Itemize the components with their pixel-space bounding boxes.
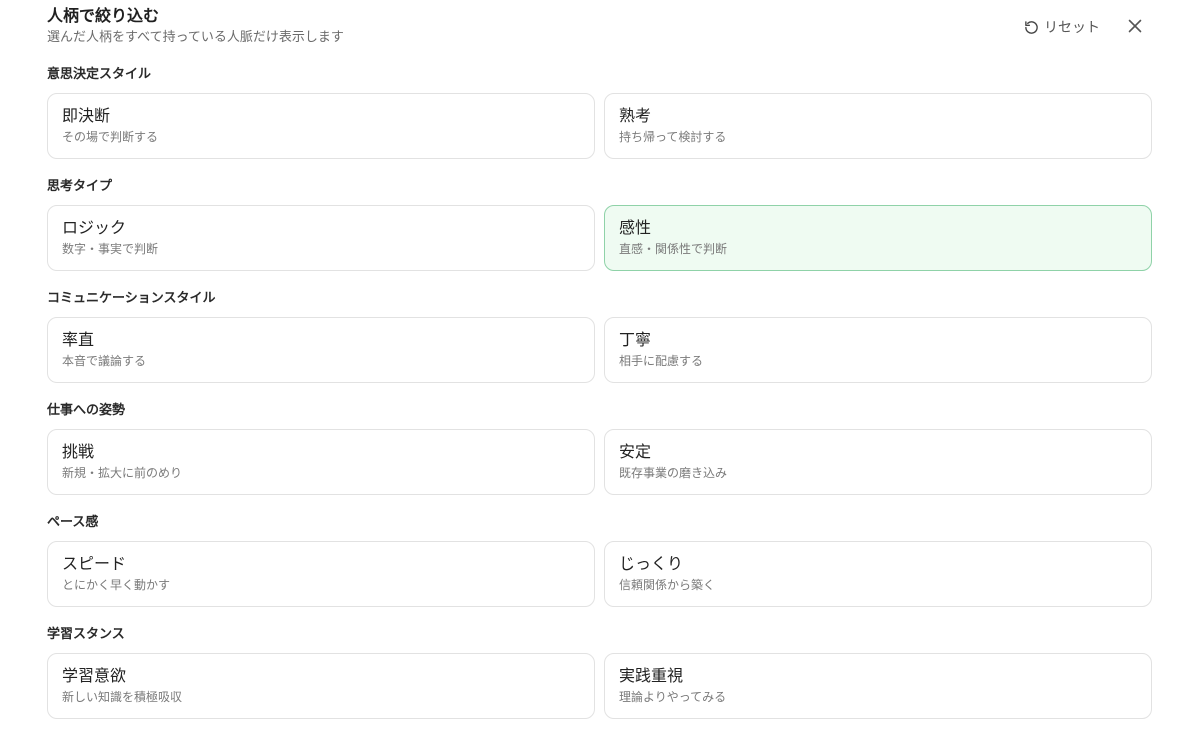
- option-label: 実践重視: [619, 666, 684, 685]
- section-title: 仕事への姿勢: [47, 403, 126, 418]
- option-description: 数字・事実で判断: [62, 242, 159, 256]
- section-decision-style: 意思決定スタイル 即決断 その場で判断する 熟考 持ち帰って検討する: [47, 65, 1152, 159]
- option-label: 即決断: [62, 106, 111, 125]
- option-card[interactable]: 即決断 その場で判断する: [47, 93, 595, 159]
- option-card[interactable]: 挑戦 新規・拡大に前のめり: [47, 429, 595, 495]
- option-label: じっくり: [619, 554, 684, 573]
- option-label: スピード: [62, 554, 127, 573]
- option-label: 丁寧: [619, 330, 652, 349]
- option-label: 学習意欲: [62, 666, 127, 685]
- option-description: とにかく早く動かす: [62, 578, 171, 592]
- option-grid: 挑戦 新規・拡大に前のめり 安定 既存事業の磨き込み: [47, 429, 1152, 495]
- section-title: 思考タイプ: [47, 179, 113, 194]
- option-description: 既存事業の磨き込み: [619, 466, 728, 480]
- option-card[interactable]: 感性 直感・関係性で判断: [604, 205, 1152, 271]
- option-card[interactable]: じっくり 信頼関係から築く: [604, 541, 1152, 607]
- option-description: その場で判断する: [62, 130, 159, 144]
- option-card[interactable]: ロジック 数字・事実で判断: [47, 205, 595, 271]
- option-description: 本音で議論する: [62, 354, 147, 368]
- section-pace: ペース感 スピード とにかく早く動かす じっくり 信頼関係から築く: [47, 513, 1152, 607]
- option-label: 感性: [619, 218, 652, 237]
- section-work-attitude: 仕事への姿勢 挑戦 新規・拡大に前のめり 安定 既存事業の磨き込み: [47, 401, 1152, 495]
- section-title: ペース感: [47, 515, 99, 530]
- option-card[interactable]: 率直 本音で議論する: [47, 317, 595, 383]
- option-card[interactable]: 丁寧 相手に配慮する: [604, 317, 1152, 383]
- rotate-ccw-icon: [1024, 20, 1039, 35]
- reset-label: リセット: [1044, 20, 1100, 36]
- panel-title: 人柄で絞り込む: [47, 6, 160, 25]
- section-learning-stance: 学習スタンス 学習意欲 新しい知識を積極吸収 実践重視 理論よりやってみる: [47, 625, 1152, 719]
- close-icon: [1128, 19, 1142, 36]
- option-grid: 学習意欲 新しい知識を積極吸収 実践重視 理論よりやってみる: [47, 653, 1152, 719]
- section-title: 学習スタンス: [47, 627, 125, 642]
- option-label: 安定: [619, 442, 652, 461]
- option-grid: 率直 本音で議論する 丁寧 相手に配慮する: [47, 317, 1152, 383]
- section-title: 意思決定スタイル: [47, 67, 152, 82]
- section-thinking-type: 思考タイプ ロジック 数字・事実で判断 感性 直感・関係性で判断: [47, 177, 1152, 271]
- option-label: 挑戦: [62, 442, 95, 461]
- filter-panel: 人柄で絞り込む 選んだ人柄をすべて持っている人脈だけ表示します リセット 意思決…: [0, 0, 1200, 750]
- option-card[interactable]: 実践重視 理論よりやってみる: [604, 653, 1152, 719]
- option-description: 新規・拡大に前のめり: [62, 466, 183, 480]
- option-card[interactable]: 学習意欲 新しい知識を積極吸収: [47, 653, 595, 719]
- option-description: 理論よりやってみる: [619, 690, 727, 704]
- section-title: コミュニケーションスタイル: [47, 291, 216, 306]
- option-card[interactable]: 安定 既存事業の磨き込み: [604, 429, 1152, 495]
- option-card[interactable]: 熟考 持ち帰って検討する: [604, 93, 1152, 159]
- option-grid: 即決断 その場で判断する 熟考 持ち帰って検討する: [47, 93, 1152, 159]
- option-description: 相手に配慮する: [619, 354, 704, 368]
- option-description: 持ち帰って検討する: [619, 130, 727, 144]
- option-grid: ロジック 数字・事実で判断 感性 直感・関係性で判断: [47, 205, 1152, 271]
- panel-header: 人柄で絞り込む 選んだ人柄をすべて持っている人脈だけ表示します リセット: [47, 0, 1151, 62]
- reset-button[interactable]: リセット: [1024, 15, 1100, 39]
- option-grid: スピード とにかく早く動かす じっくり 信頼関係から築く: [47, 541, 1152, 607]
- option-label: 率直: [62, 330, 95, 349]
- close-button[interactable]: [1124, 16, 1146, 38]
- option-card[interactable]: スピード とにかく早く動かす: [47, 541, 595, 607]
- section-communication-style: コミュニケーションスタイル 率直 本音で議論する 丁寧 相手に配慮する: [47, 289, 1152, 383]
- option-label: 熟考: [619, 106, 652, 125]
- option-description: 新しい知識を積極吸収: [62, 690, 183, 704]
- panel-subtitle: 選んだ人柄をすべて持っている人脈だけ表示します: [47, 30, 344, 45]
- option-label: ロジック: [62, 218, 127, 237]
- option-description: 直感・関係性で判断: [619, 242, 728, 256]
- option-description: 信頼関係から築く: [619, 578, 716, 592]
